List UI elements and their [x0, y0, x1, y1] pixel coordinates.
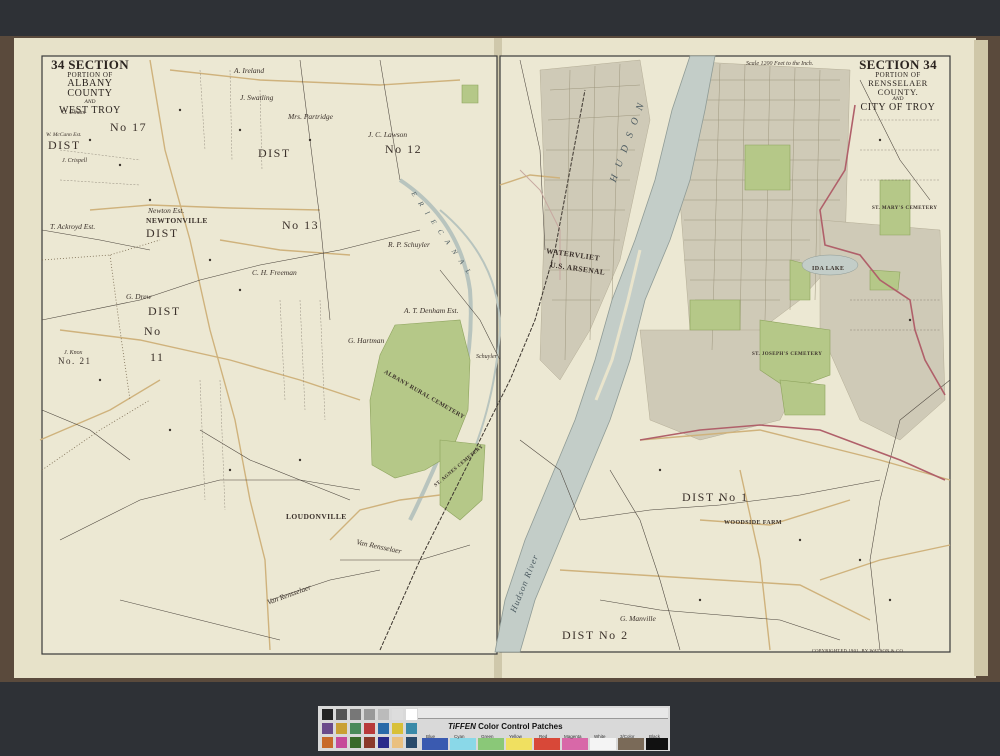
right-title-county: RENSSELAER COUNTY.	[868, 77, 928, 97]
place-label-ida-lake: IDA LAKE	[812, 266, 845, 272]
patch-name: Black	[649, 734, 661, 739]
owner-label: T. Ackroyd Est.	[50, 222, 96, 231]
left-title-section: 34 SECTION	[51, 57, 129, 72]
district-label: No 12	[385, 142, 423, 156]
owner-label: Schuyler	[476, 354, 497, 360]
patch-name: Red	[539, 734, 548, 739]
right-title-block: SECTION 34 PORTION OF RENSSELAER COUNTY.…	[848, 58, 948, 113]
owner-label: Mrs. Partridge	[288, 112, 333, 121]
place-label-st-marys-cemetery: ST. MARY'S CEMETERY	[872, 206, 938, 211]
patch-name: Magenta	[564, 734, 582, 739]
owner-label: J. Knox	[64, 350, 83, 356]
district-label: No	[144, 324, 162, 338]
ruler-strip	[418, 708, 668, 719]
district-label: No 17	[110, 120, 148, 134]
district-label: DIST	[148, 304, 181, 318]
patch-name: Cyan	[454, 734, 465, 739]
atlas-page-view: 34 SECTION PORTION OF ALBANY COUNTY AND …	[0, 0, 1000, 751]
owner-label: C. H. Freeman	[252, 268, 297, 277]
owner-label: G. Hartman	[348, 336, 385, 345]
tiffen-logo: TiFFEN	[448, 722, 476, 731]
place-label-newtonville: NEWTONVILLE	[146, 216, 208, 225]
right-title-place: CITY OF TROY	[860, 101, 936, 113]
patch-name: Green	[481, 734, 494, 739]
district-label: No. 21	[58, 356, 92, 366]
patch-name: Yellow	[509, 734, 522, 739]
owner-label: A. Ireland	[234, 66, 265, 75]
patch-name: 3/Color	[620, 734, 635, 739]
owner-label: R. P. Schuyler	[388, 240, 430, 249]
right-title-section: SECTION 34	[859, 57, 937, 72]
left-title-block: 34 SECTION PORTION OF ALBANY COUNTY AND …	[44, 58, 136, 116]
owner-label: J. Swatling	[240, 93, 274, 102]
scale-note: Scale 1200 Feet to the Inch.	[746, 61, 814, 67]
owner-label: C. Ulham	[62, 110, 86, 116]
owner-label: J. C. Lawson	[368, 130, 408, 139]
tiffen-caption: Color Control Patches	[478, 722, 563, 731]
patch-name: Blue	[426, 734, 436, 739]
district-label: DIST	[48, 138, 81, 152]
place-label-woodside-farm: WOODSIDE FARM	[724, 520, 782, 526]
patch-name: White	[594, 734, 606, 739]
owner-label: Newton Est.	[148, 206, 185, 215]
district-label: 11	[150, 350, 165, 364]
owner-label: W. McCann Est.	[46, 132, 82, 138]
tiffen-color-patches: TiFFEN Color Control Patches Blue Cyan G…	[318, 706, 670, 751]
place-label-st-josephs-cemetery: ST. JOSEPH'S CEMETERY	[752, 352, 823, 357]
tiffen-brand: TiFFEN Color Control Patches	[448, 722, 563, 731]
owner-label: G. Manville	[620, 614, 656, 623]
owner-label: G. Drew	[126, 292, 152, 301]
ida-lake-water	[801, 254, 859, 276]
owner-label: J. Crispell	[62, 158, 87, 164]
owner-label: A. T. Denham Est.	[404, 306, 459, 315]
left-title-place: WEST TROY	[59, 104, 121, 116]
place-label-loudonville: LOUDONVILLE	[286, 512, 347, 521]
district-label: DIST No 1	[682, 490, 749, 504]
left-title-county: ALBANY COUNTY	[67, 77, 113, 100]
district-label: DIST No 2	[562, 628, 629, 642]
copyright-note: COPYRIGHTED 1901, BY WATSON & CO.	[812, 648, 905, 653]
district-label: DIST	[258, 146, 291, 160]
district-label: DIST	[146, 226, 179, 240]
district-label: No 13	[282, 218, 320, 232]
